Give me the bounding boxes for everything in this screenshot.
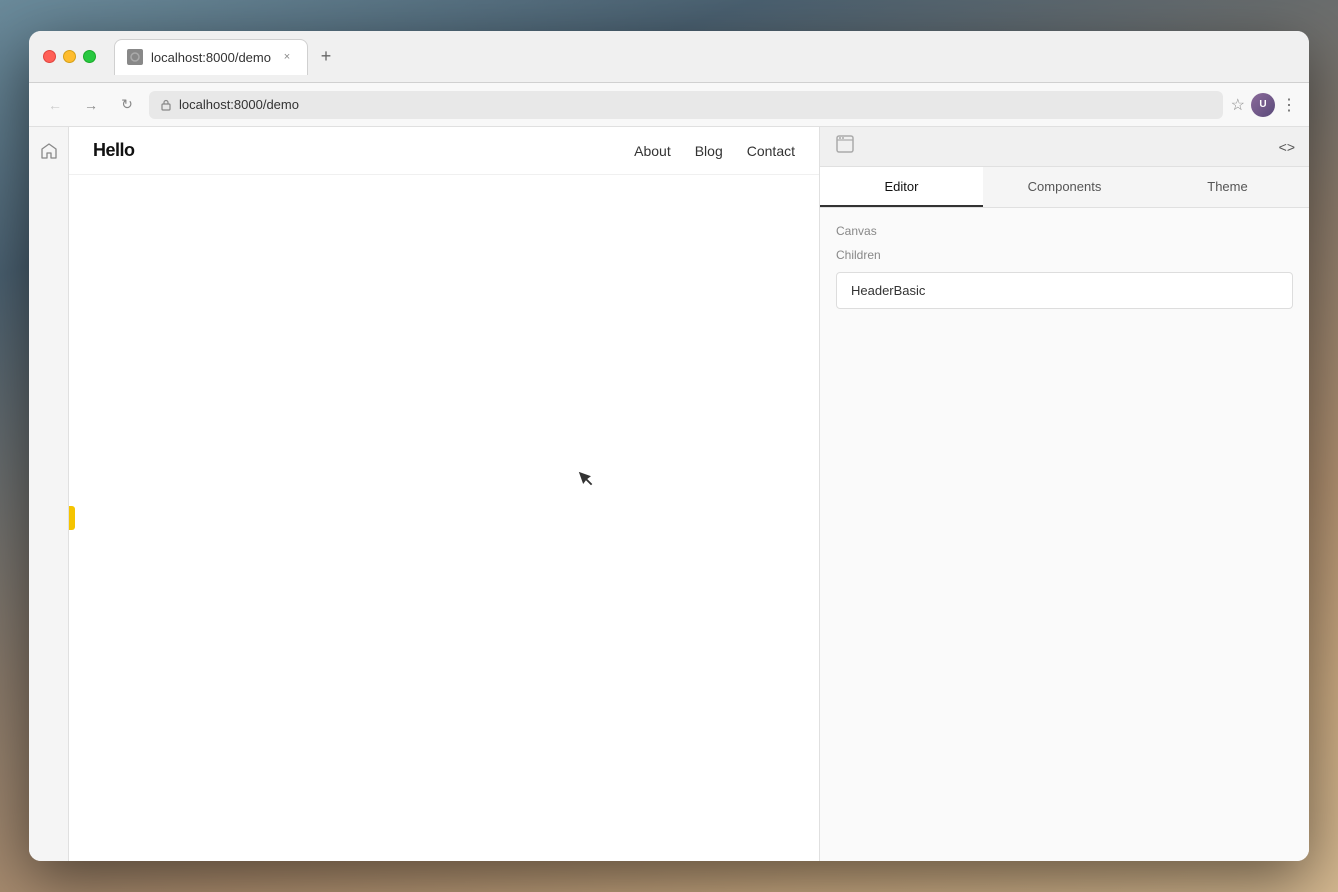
- builder-toolbar: [29, 127, 69, 861]
- site-logo: Hello: [93, 140, 135, 161]
- site-body: [69, 175, 819, 861]
- tab-theme[interactable]: Theme: [1146, 167, 1309, 207]
- children-section: Children HeaderBasic: [836, 248, 1293, 309]
- panel-header-row: <>: [820, 127, 1309, 167]
- tab-close-button[interactable]: ×: [279, 49, 295, 65]
- canvas-section-label: Canvas: [836, 224, 1293, 238]
- address-text: localhost:8000/demo: [179, 97, 299, 112]
- panel-builder-icon: [834, 133, 856, 160]
- tab-components[interactable]: Components: [983, 167, 1146, 207]
- tab-bar: localhost:8000/demo × +: [114, 39, 1295, 75]
- code-icon[interactable]: <>: [1279, 139, 1295, 155]
- tab-editor[interactable]: Editor: [820, 167, 983, 207]
- nav-right-controls: ☆ U ⋮: [1231, 93, 1297, 117]
- close-button[interactable]: [43, 50, 56, 63]
- browser-menu-icon[interactable]: ⋮: [1281, 95, 1297, 115]
- page-content: Hello About Blog Contact: [29, 127, 1309, 861]
- bookmark-star-icon[interactable]: ☆: [1231, 95, 1245, 115]
- maximize-button[interactable]: [83, 50, 96, 63]
- back-icon: ←: [48, 97, 62, 113]
- children-section-label: Children: [836, 248, 1293, 262]
- back-button[interactable]: ←: [41, 91, 69, 119]
- mouse-cursor: [577, 470, 593, 490]
- forward-icon: →: [84, 97, 98, 113]
- nav-blog[interactable]: Blog: [695, 143, 723, 159]
- refresh-icon: ↻: [121, 96, 133, 113]
- canvas-area: Hello About Blog Contact: [69, 127, 819, 861]
- nav-about[interactable]: About: [634, 143, 671, 159]
- header-basic-item[interactable]: HeaderBasic: [836, 272, 1293, 309]
- user-avatar[interactable]: U: [1251, 93, 1275, 117]
- builder-home-icon[interactable]: [33, 135, 65, 167]
- address-bar[interactable]: localhost:8000/demo: [149, 91, 1223, 119]
- nav-contact[interactable]: Contact: [747, 143, 795, 159]
- nav-bar: ← → ↻ localhost:8000/demo ☆ U ⋮: [29, 83, 1309, 127]
- site-nav: About Blog Contact: [634, 143, 795, 159]
- indicator-dot: [69, 506, 75, 530]
- site-preview: Hello About Blog Contact: [69, 127, 819, 861]
- active-tab[interactable]: localhost:8000/demo ×: [114, 39, 308, 75]
- panel-body: Canvas Children HeaderBasic: [820, 208, 1309, 861]
- site-header: Hello About Blog Contact: [69, 127, 819, 175]
- title-bar: localhost:8000/demo × +: [29, 31, 1309, 83]
- tab-favicon: [127, 49, 143, 65]
- forward-button[interactable]: →: [77, 91, 105, 119]
- traffic-lights: [43, 50, 96, 63]
- right-panel: <> Editor Components Theme Canvas Childr…: [819, 127, 1309, 861]
- new-tab-button[interactable]: +: [312, 43, 340, 71]
- minimize-button[interactable]: [63, 50, 76, 63]
- panel-tabs: Editor Components Theme: [820, 167, 1309, 208]
- lock-icon: [159, 98, 173, 112]
- refresh-button[interactable]: ↻: [113, 91, 141, 119]
- browser-window: localhost:8000/demo × + ← → ↻ localhost:…: [29, 31, 1309, 861]
- tab-label: localhost:8000/demo: [151, 50, 271, 65]
